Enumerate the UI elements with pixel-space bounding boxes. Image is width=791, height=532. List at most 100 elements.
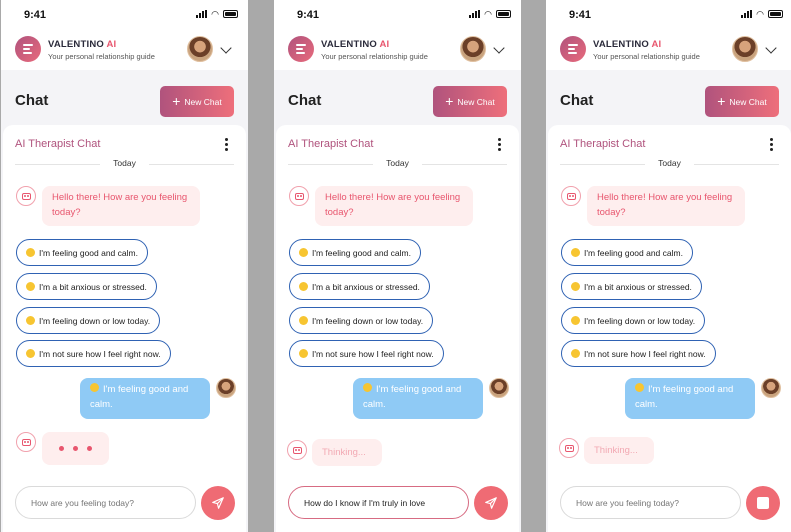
- quick-reply-option[interactable]: I'm feeling good and calm.: [561, 239, 693, 266]
- bot-avatar-icon: [287, 440, 307, 460]
- battery-icon: [768, 10, 783, 18]
- stop-icon: [757, 497, 769, 509]
- bot-message: Hello there! How are you feeling today?: [315, 186, 473, 226]
- new-chat-button[interactable]: + New Chat: [160, 86, 234, 117]
- quick-reply-option[interactable]: I'm feeling down or low today.: [16, 307, 161, 334]
- wifi-icon: ◠: [484, 9, 492, 19]
- date-divider: Today: [288, 158, 507, 168]
- bot-avatar-icon: [561, 186, 581, 206]
- user-message: I'm feeling good and calm.: [625, 378, 755, 419]
- thinking-indicator: Thinking...: [584, 437, 654, 464]
- emoji-icon: [571, 282, 580, 291]
- chat-title: AI Therapist Chat: [288, 138, 374, 150]
- bot-avatar-icon: [559, 438, 579, 458]
- brand-name: VALENTINO: [321, 39, 377, 50]
- chat-card: AI Therapist Chat Today Hello there! How…: [276, 125, 519, 532]
- emoji-icon: [571, 248, 580, 257]
- date-divider: Today: [15, 158, 234, 168]
- emoji-icon: [571, 349, 580, 358]
- quick-reply-option[interactable]: I'm a bit anxious or stressed.: [561, 273, 702, 300]
- emoji-icon: [299, 316, 308, 325]
- wifi-icon: ◠: [211, 9, 219, 19]
- quick-reply-option[interactable]: I'm feeling down or low today.: [561, 307, 706, 334]
- bot-avatar-icon: [16, 432, 36, 452]
- quick-reply-option[interactable]: I'm not sure how I feel right now.: [289, 340, 444, 367]
- thinking-indicator: Thinking...: [312, 439, 382, 466]
- status-time: 9:41: [297, 9, 320, 21]
- message-input[interactable]: [15, 486, 196, 519]
- send-icon: [485, 497, 497, 509]
- quick-reply-option[interactable]: I'm feeling down or low today.: [289, 307, 434, 334]
- emoji-icon: [90, 383, 99, 392]
- plus-icon: +: [172, 92, 181, 109]
- user-message-avatar: [216, 378, 236, 398]
- brand-ai: AI: [106, 39, 117, 50]
- battery-icon: [496, 10, 511, 18]
- send-button[interactable]: [474, 486, 508, 520]
- more-options-icon[interactable]: [498, 138, 502, 153]
- brand-tagline: Your personal relationship guide: [321, 52, 428, 61]
- phone-screen: 9:41 ◠ VALENTINO AI Your personal relati…: [274, 0, 521, 532]
- new-chat-button[interactable]: + New Chat: [705, 86, 779, 117]
- emoji-icon: [299, 349, 308, 358]
- cellular-signal-icon: [469, 10, 481, 18]
- brand-ai: AI: [651, 39, 662, 50]
- status-time: 9:41: [24, 9, 47, 21]
- brand-tagline: Your personal relationship guide: [593, 52, 700, 61]
- user-avatar[interactable]: [460, 36, 486, 62]
- phone-screen: 9:41 ◠ VALENTINO AI Your personal relati…: [546, 0, 791, 532]
- emoji-icon: [299, 248, 308, 257]
- chevron-down-icon[interactable]: [220, 42, 232, 54]
- bot-message: Hello there! How are you feeling today?: [42, 186, 200, 226]
- brand-name: VALENTINO: [48, 39, 104, 50]
- send-icon: [212, 497, 224, 509]
- status-bar: 9:41 ◠: [546, 0, 791, 30]
- brand-ai: AI: [379, 39, 390, 50]
- app-header: VALENTINO AI Your personal relationship …: [546, 30, 791, 70]
- page-title: Chat: [560, 92, 594, 109]
- status-bar: 9:41 ◠: [1, 0, 248, 30]
- quick-reply-option[interactable]: I'm feeling good and calm.: [289, 239, 421, 266]
- stop-button[interactable]: [746, 486, 780, 520]
- brand-name: VALENTINO: [593, 39, 649, 50]
- bot-avatar-icon: [16, 186, 36, 206]
- send-button[interactable]: [201, 486, 235, 520]
- message-input[interactable]: [560, 486, 741, 519]
- brand-tagline: Your personal relationship guide: [48, 52, 155, 61]
- app-header: VALENTINO AI Your personal relationship …: [274, 30, 521, 70]
- page-title: Chat: [288, 92, 322, 109]
- emoji-icon: [299, 282, 308, 291]
- emoji-icon: [26, 282, 35, 291]
- chat-card: AI Therapist Chat Today Hello there! How…: [548, 125, 791, 532]
- cellular-signal-icon: [196, 10, 208, 18]
- chevron-down-icon[interactable]: [493, 42, 505, 54]
- user-message: I'm feeling good and calm.: [80, 378, 210, 419]
- date-divider: Today: [560, 158, 779, 168]
- new-chat-button[interactable]: + New Chat: [433, 86, 507, 117]
- quick-reply-option[interactable]: I'm feeling good and calm.: [16, 239, 148, 266]
- more-options-icon[interactable]: [225, 138, 229, 153]
- bot-message: Hello there! How are you feeling today?: [587, 186, 745, 226]
- message-input[interactable]: [288, 486, 469, 519]
- more-options-icon[interactable]: [770, 138, 774, 153]
- user-message-avatar: [761, 378, 781, 398]
- plus-icon: +: [445, 92, 454, 109]
- quick-reply-option[interactable]: I'm not sure how I feel right now.: [561, 340, 716, 367]
- user-avatar[interactable]: [187, 36, 213, 62]
- plus-icon: +: [717, 92, 726, 109]
- app-logo-icon[interactable]: [288, 36, 314, 62]
- app-logo-icon[interactable]: [560, 36, 586, 62]
- app-logo-icon[interactable]: [15, 36, 41, 62]
- quick-reply-option[interactable]: I'm not sure how I feel right now.: [16, 340, 171, 367]
- wifi-icon: ◠: [756, 9, 764, 19]
- user-avatar[interactable]: [732, 36, 758, 62]
- phone-screen: 9:41 ◠ VALENTINO AI Your personal relati…: [1, 0, 248, 532]
- quick-reply-option[interactable]: I'm a bit anxious or stressed.: [16, 273, 157, 300]
- emoji-icon: [26, 248, 35, 257]
- chevron-down-icon[interactable]: [765, 42, 777, 54]
- typing-indicator: [42, 432, 109, 465]
- quick-reply-option[interactable]: I'm a bit anxious or stressed.: [289, 273, 430, 300]
- emoji-icon: [363, 383, 372, 392]
- page-title: Chat: [15, 92, 49, 109]
- emoji-icon: [26, 349, 35, 358]
